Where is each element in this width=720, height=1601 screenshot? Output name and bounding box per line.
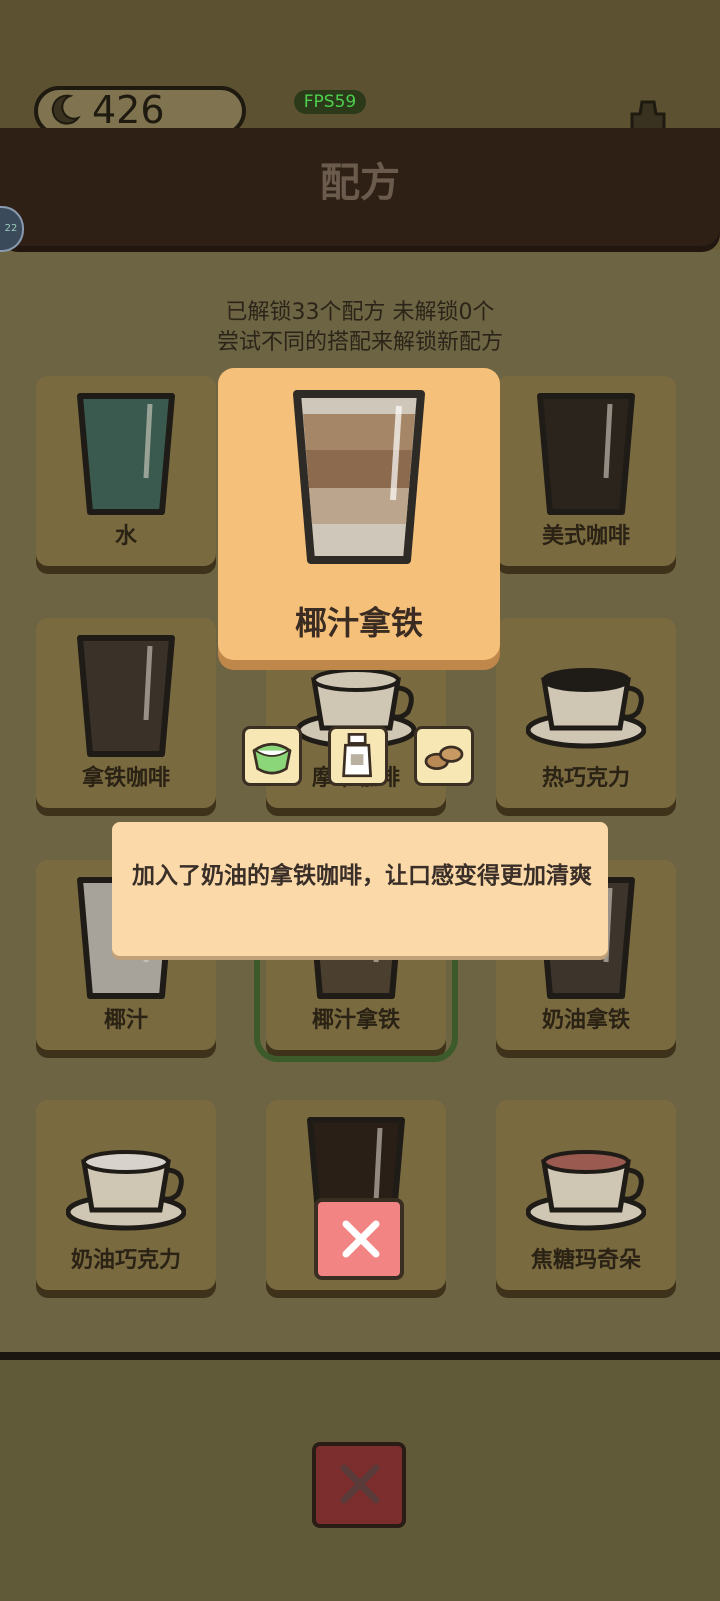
bottom-divider [0,1352,720,1360]
recipe-card-name: 椰汁拿铁 [311,1008,400,1033]
cup-icon [66,1150,186,1231]
recipe-card-name: 椰汁 [103,1008,148,1033]
recipe-card[interactable]: 热巧克力 [496,618,676,808]
cup-icon [526,1150,646,1231]
moon-coin-icon [51,94,81,125]
recipe-card-name: 焦糖玛奇朵 [530,1248,641,1273]
recipe-card-name: 热巧克力 [541,766,630,791]
unlock-hint-text: 尝试不同的搭配来解锁新配方 [216,330,503,355]
recipe-card-name: 拿铁咖啡 [81,766,170,791]
coin-count: 426 [92,88,165,132]
glass-icon [77,393,175,515]
recipe-card[interactable]: 焦糖玛奇朵 [496,1100,676,1290]
recipe-card[interactable]: 拿铁咖啡 [36,618,216,808]
ingredient-slot [414,726,474,786]
recipe-card-name: 奶油拿铁 [541,1008,630,1033]
recipe-card[interactable]: 奶油巧克力 [36,1100,216,1290]
coffee-beans-icon [424,745,464,770]
close-icon[interactable] [340,1218,382,1260]
recipe-card-name: 水 [114,524,137,549]
ingredient-slot [242,726,302,786]
unlock-count-text: 已解锁33个配方 未解锁0个 [225,300,495,325]
panel-title: 配方 [320,160,400,206]
close-icon[interactable] [338,1462,382,1506]
coconut-icon [252,742,292,775]
glass-icon [77,635,175,757]
recipe-card-name: 奶油巧克力 [70,1248,181,1273]
recipe-card-name: 美式咖啡 [541,524,630,549]
recipe-card[interactable]: 水 [36,376,216,566]
fps-counter: FPS59 [294,90,366,114]
glass-icon [537,393,635,515]
milk-bottle-icon [342,733,373,778]
recipe-description: 加入了奶油的拿铁咖啡，让口感变得更加清爽 [132,863,592,889]
recipe-card[interactable]: 美式咖啡 [496,376,676,566]
recipe-detail-title: 椰汁拿铁 [294,604,423,642]
cup-icon [526,668,646,749]
ingredient-slot [328,726,388,786]
coconut-latte-glass-icon [293,390,425,564]
